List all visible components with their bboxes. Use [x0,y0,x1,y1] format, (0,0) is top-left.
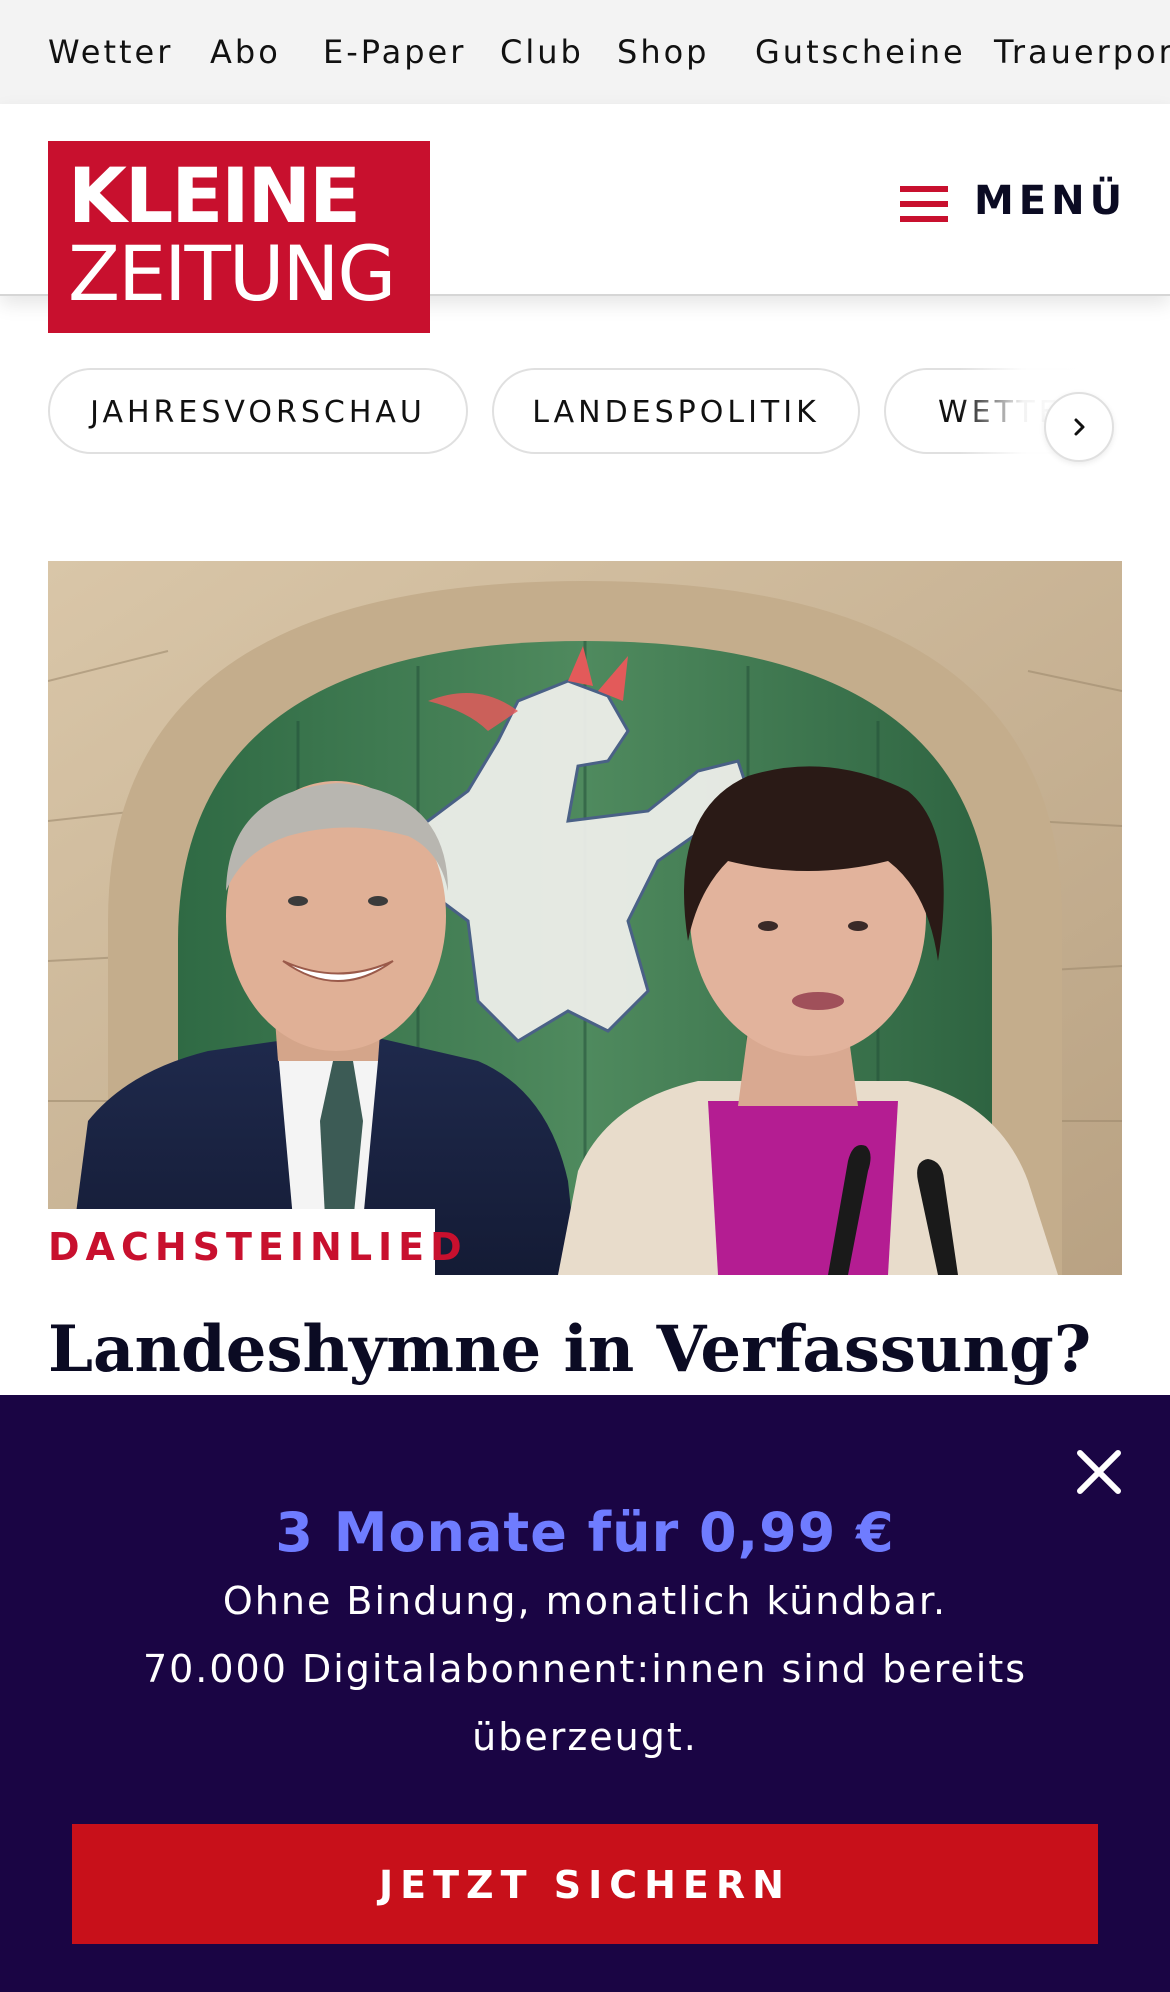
cta-jetzt-sichern-button[interactable]: JETZT SICHERN [72,1824,1098,1944]
topnav-link-gutscheine[interactable]: Gutscheine [755,0,966,104]
close-icon [1077,1450,1121,1494]
site-logo[interactable]: KLEINE ZEITUNG [48,141,430,333]
hamburger-icon [900,186,948,222]
site-header: KLEINE ZEITUNG MENÜ [0,104,1170,333]
chevron-right-icon [1074,418,1085,436]
topnav-link-trauerportal[interactable]: Trauerportal [994,0,1170,104]
subscription-overlay: 3 Monate für 0,99 € Ohne Bindung, monatl… [0,1395,1170,1992]
logo-line-1: KLEINE [68,151,361,240]
menu-button[interactable]: MENÜ [898,166,1128,236]
article-kicker-box: DACHSTEINLIED [48,1209,462,1275]
topic-chip-bar: JAHRESVORSCHAU LANDESPOLITIK WETTER [0,368,1170,462]
topic-chip-jahresvorschau[interactable]: JAHRESVORSCHAU [48,368,468,454]
promo-line-2: 70.000 Digitalabonnent:innen sind bereit… [142,1647,1028,1691]
topnav-link-shop[interactable]: Shop [617,0,709,104]
promo-line-1: Ohne Bindung, monatlich kündbar. [222,1579,948,1623]
topnav-link-club[interactable]: Club [500,0,584,104]
article-kicker[interactable]: DACHSTEINLIED [48,1209,468,1285]
promo-title: 3 Monate für 0,99 € [275,1501,895,1564]
article-headline[interactable]: Landeshymne in Verfassung? [48,1300,1122,1400]
top-utility-nav: Wetter Abo E-Paper Club Shop Gutscheine … [0,0,1170,104]
topnav-link-epaper[interactable]: E-Paper [323,0,466,104]
close-overlay-button[interactable] [1072,1445,1126,1499]
topnav-link-abo[interactable]: Abo [210,0,281,104]
chips-next-button[interactable] [1044,392,1114,462]
article-hero-image[interactable] [48,561,1122,1275]
menu-label: MENÜ [974,178,1128,224]
logo-line-2: ZEITUNG [68,229,396,318]
topnav-link-wetter[interactable]: Wetter [48,0,173,104]
topic-chip-landespolitik[interactable]: LANDESPOLITIK [492,368,860,454]
promo-line-3: überzeugt. [472,1715,698,1759]
